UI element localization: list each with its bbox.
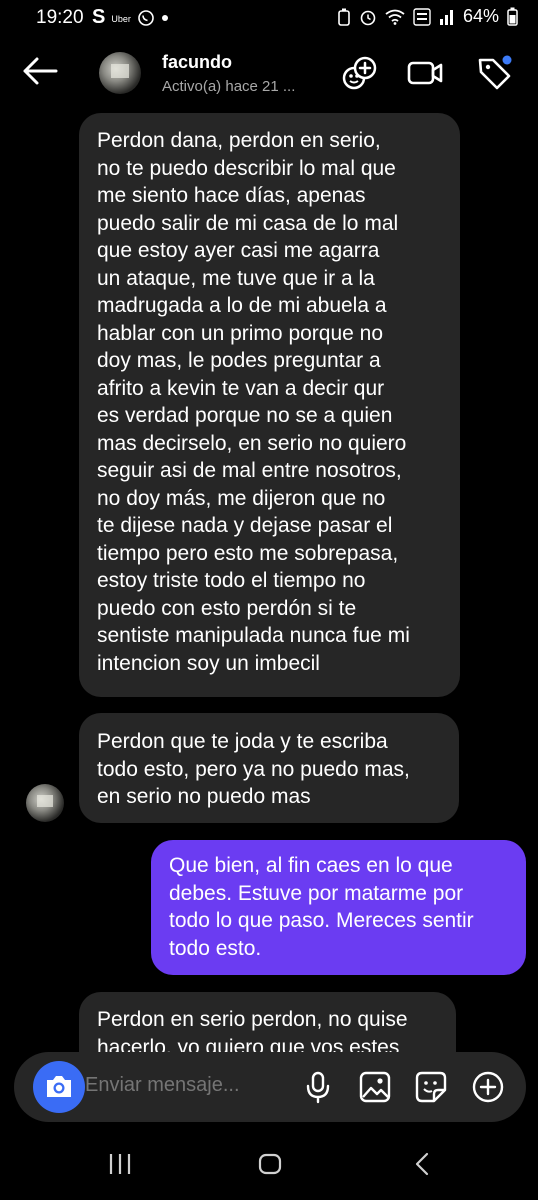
received-message-bubble[interactable]: Perdon que te joda y te escriba todo esto…: [79, 713, 459, 823]
microphone-icon[interactable]: [301, 1070, 335, 1104]
message-text-line: sentiste manipulada nunca fue mi: [97, 624, 410, 647]
message-text-line: todo esto, pero ya no puedo mas,: [97, 757, 410, 781]
gallery-icon[interactable]: [358, 1070, 392, 1104]
contact-name[interactable]: facundo: [162, 52, 232, 73]
message-text-line: que estoy ayer casi me agarra: [97, 239, 380, 262]
whatsapp-icon: [138, 9, 154, 26]
add-friends-icon[interactable]: [340, 54, 378, 92]
message-text-line: hacerlo, yo quiero que vos estes: [97, 1035, 400, 1055]
message-text-line: me siento hace días, apenas: [97, 184, 366, 207]
alarm-icon: [360, 10, 376, 25]
status-app-icons: S Uber: [92, 6, 169, 29]
message-text-line: puedo con esto perdón si te: [97, 596, 357, 620]
message-text-line: tiempo pero esto me sobrepasa,: [97, 541, 399, 565]
contact-status: Activo(a) hace 21 ...: [162, 78, 296, 95]
message-text-line: en serio no puedo mas: [97, 785, 311, 808]
message-text-line: mas decirselo, en serio no quiero: [97, 431, 407, 455]
video-call-icon[interactable]: [406, 54, 444, 92]
sent-message-bubble[interactable]: Que bien, al fin caes en lo que debes. Es…: [151, 840, 526, 975]
message-input[interactable]: [85, 1074, 285, 1097]
message-text-line: Perdon en serio perdon, no quise: [97, 1008, 408, 1031]
contact-avatar[interactable]: [99, 52, 141, 94]
tag-icon[interactable]: [475, 54, 513, 92]
message-text-line: doy mas, le podes preguntar a: [97, 349, 381, 372]
signal-icon: [439, 9, 453, 25]
message-text-line: puedo salir de mi casa de lo mal: [97, 211, 399, 235]
message-text-line: estoy triste todo el tiempo no: [97, 569, 366, 592]
camera-button[interactable]: [33, 1061, 85, 1113]
chat-header: facundo Activo(a) hace 21 ...: [0, 38, 538, 108]
camera-icon: [47, 1076, 71, 1097]
status-right-icons: 64%: [337, 6, 518, 27]
status-bar: 19:20 S Uber 64%: [0, 0, 538, 36]
system-nav-bar: [0, 1140, 538, 1200]
message-text-line: hablar con un primo porque no: [97, 321, 384, 345]
status-time: 19:20: [36, 7, 84, 28]
battery-icon: [507, 7, 518, 26]
sender-avatar[interactable]: [26, 784, 64, 822]
recent-apps-icon[interactable]: [108, 1150, 132, 1178]
add-icon[interactable]: [471, 1070, 505, 1104]
battery-saver-icon: [338, 8, 350, 26]
home-icon[interactable]: [257, 1150, 283, 1178]
message-text-line: afrito a kevin te van a decir qur: [97, 376, 385, 400]
message-text-line: debes. Estuve por matarme por: [169, 881, 464, 905]
message-text-line: todo lo que paso. Mereces sentir: [169, 909, 474, 932]
message-text-line: madrugada a lo de mi abuela a: [97, 294, 387, 317]
back-arrow-icon[interactable]: [22, 56, 58, 86]
volte-icon: [413, 7, 431, 26]
sticker-icon[interactable]: [414, 1070, 448, 1104]
message-text-line: todo esto.: [169, 936, 262, 960]
received-message-bubble[interactable]: Perdon dana, perdon en serio, no te puedo…: [79, 113, 460, 697]
dot-icon: [161, 14, 168, 21]
received-message-bubble[interactable]: Perdon en serio perdon, no quise hacerlo,…: [79, 992, 456, 1054]
message-text-line: no doy más, me dijeron que no: [97, 486, 386, 510]
message-text-line: es verdad porque no se a quien: [97, 404, 393, 427]
uber-app-icon: Uber: [111, 13, 131, 24]
message-text-line: seguir asi de mal entre nosotros,: [97, 459, 402, 482]
message-text-line: intencion soy un imbecil: [97, 651, 320, 675]
message-text-line: te dijese nada y dejase pasar el: [97, 514, 393, 537]
message-text-line: Perdon que te joda y te escriba: [97, 730, 388, 753]
message-text-line: Perdon dana, perdon en serio,: [97, 129, 381, 152]
nav-back-icon[interactable]: [410, 1150, 434, 1178]
battery-percent: 64%: [462, 6, 499, 26]
message-text-line: un ataque, me tuve que ir a la: [97, 266, 375, 290]
message-text-line: Que bien, al fin caes en lo que: [169, 854, 453, 877]
message-text-line: no te puedo describir lo mal que: [97, 156, 396, 180]
s-app-icon: S: [92, 6, 106, 28]
wifi-icon: [385, 9, 405, 25]
